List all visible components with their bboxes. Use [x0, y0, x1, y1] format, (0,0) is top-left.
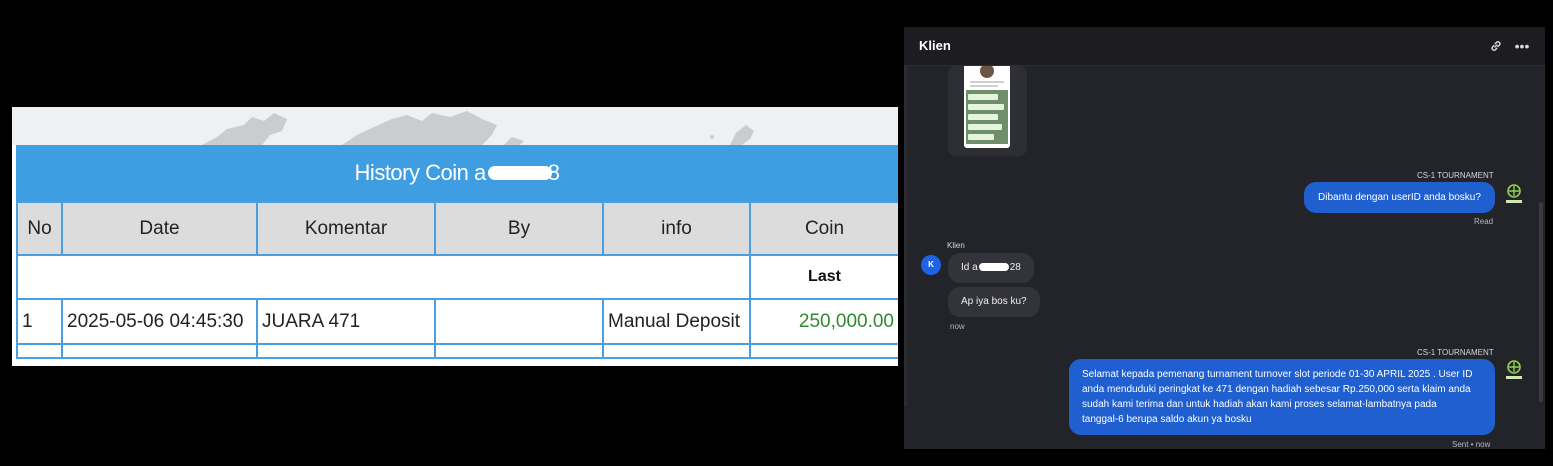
cell-info: Manual Deposit	[602, 298, 751, 345]
cell-no: 1	[16, 298, 63, 345]
last-row-spacer	[16, 254, 751, 300]
agent-logo-icon	[1506, 360, 1522, 379]
chat-title: Klien	[919, 38, 951, 53]
history-title-suffix: 8	[547, 160, 560, 185]
link-icon[interactable]	[1486, 36, 1506, 56]
last-row: Last	[16, 254, 898, 300]
sender-name: CS-1 TOURNAMENT	[1417, 171, 1494, 180]
chat-header: Klien •••	[904, 27, 1545, 66]
message-list[interactable]: CS-1 TOURNAMENT Dibantu dengan userID an…	[904, 66, 1545, 449]
more-icon[interactable]: •••	[1512, 36, 1532, 56]
last-label: Last	[749, 254, 898, 300]
redacted-mask	[978, 263, 1009, 272]
phone-screenshot-image	[964, 66, 1010, 148]
message-line: sudah kami terima dan untuk hadiah akan …	[1082, 399, 1437, 410]
cell-date: 2025-05-06 04:45:30	[61, 298, 258, 345]
table-row: 1 2025-05-06 04:45:30 JUARA 471 Manual D…	[16, 298, 898, 345]
table-row-partial	[16, 343, 898, 359]
outgoing-message: Selamat kepada pemenang turnament turnov…	[1069, 359, 1495, 435]
scrollbar[interactable]	[1539, 202, 1543, 402]
cell-komentar: JUARA 471	[256, 298, 436, 345]
col-header-info: info	[602, 201, 751, 256]
history-title-bar: History Coin a 8	[16, 145, 898, 201]
scrollbar-left	[904, 66, 907, 406]
table-header-row: No Date Komentar By info Coin	[16, 201, 898, 256]
col-header-by: By	[434, 201, 604, 256]
message-line: anda menduduki peringkat ke 471 dengan h…	[1082, 384, 1471, 395]
col-header-no: No	[16, 201, 63, 256]
message-time: now	[950, 322, 965, 331]
col-header-coin: Coin	[749, 201, 898, 256]
redacted-mask	[487, 166, 552, 180]
message-line: tanggal-6 berupa saldo akun ya bosku	[1082, 414, 1252, 425]
message-line: Selamat kepada pemenang turnament turnov…	[1082, 369, 1473, 380]
cell-by	[434, 298, 604, 345]
message-text-suffix: 28	[1009, 262, 1021, 273]
sender-name: Klien	[947, 241, 965, 250]
incoming-message: Ap iya bos ku?	[948, 287, 1040, 317]
history-table: No Date Komentar By info Coin Last 1 202…	[16, 201, 898, 359]
world-map-background	[12, 107, 898, 145]
chat-panel: Klien ••• CS-1 TOURNAMENT Dibantu dengan…	[904, 27, 1545, 449]
history-title-prefix: History Coin a	[354, 160, 487, 185]
image-attachment[interactable]	[948, 66, 1027, 156]
history-coin-panel: History Coin a 8 No Date Komentar By info…	[12, 107, 898, 366]
cell-coin: 250,000.00	[749, 298, 898, 345]
sent-status: Sent • now	[1452, 440, 1491, 449]
col-header-date: Date	[61, 201, 258, 256]
client-avatar: K	[921, 255, 941, 275]
agent-logo-icon	[1506, 184, 1522, 203]
sender-name: CS-1 TOURNAMENT	[1417, 348, 1494, 357]
col-header-komentar: Komentar	[256, 201, 436, 256]
outgoing-message: Dibantu dengan userID anda bosku?	[1304, 182, 1495, 213]
incoming-message: Id a 28	[948, 253, 1034, 283]
message-text-prefix: Id a	[961, 262, 978, 273]
read-status: Read	[1474, 217, 1494, 226]
